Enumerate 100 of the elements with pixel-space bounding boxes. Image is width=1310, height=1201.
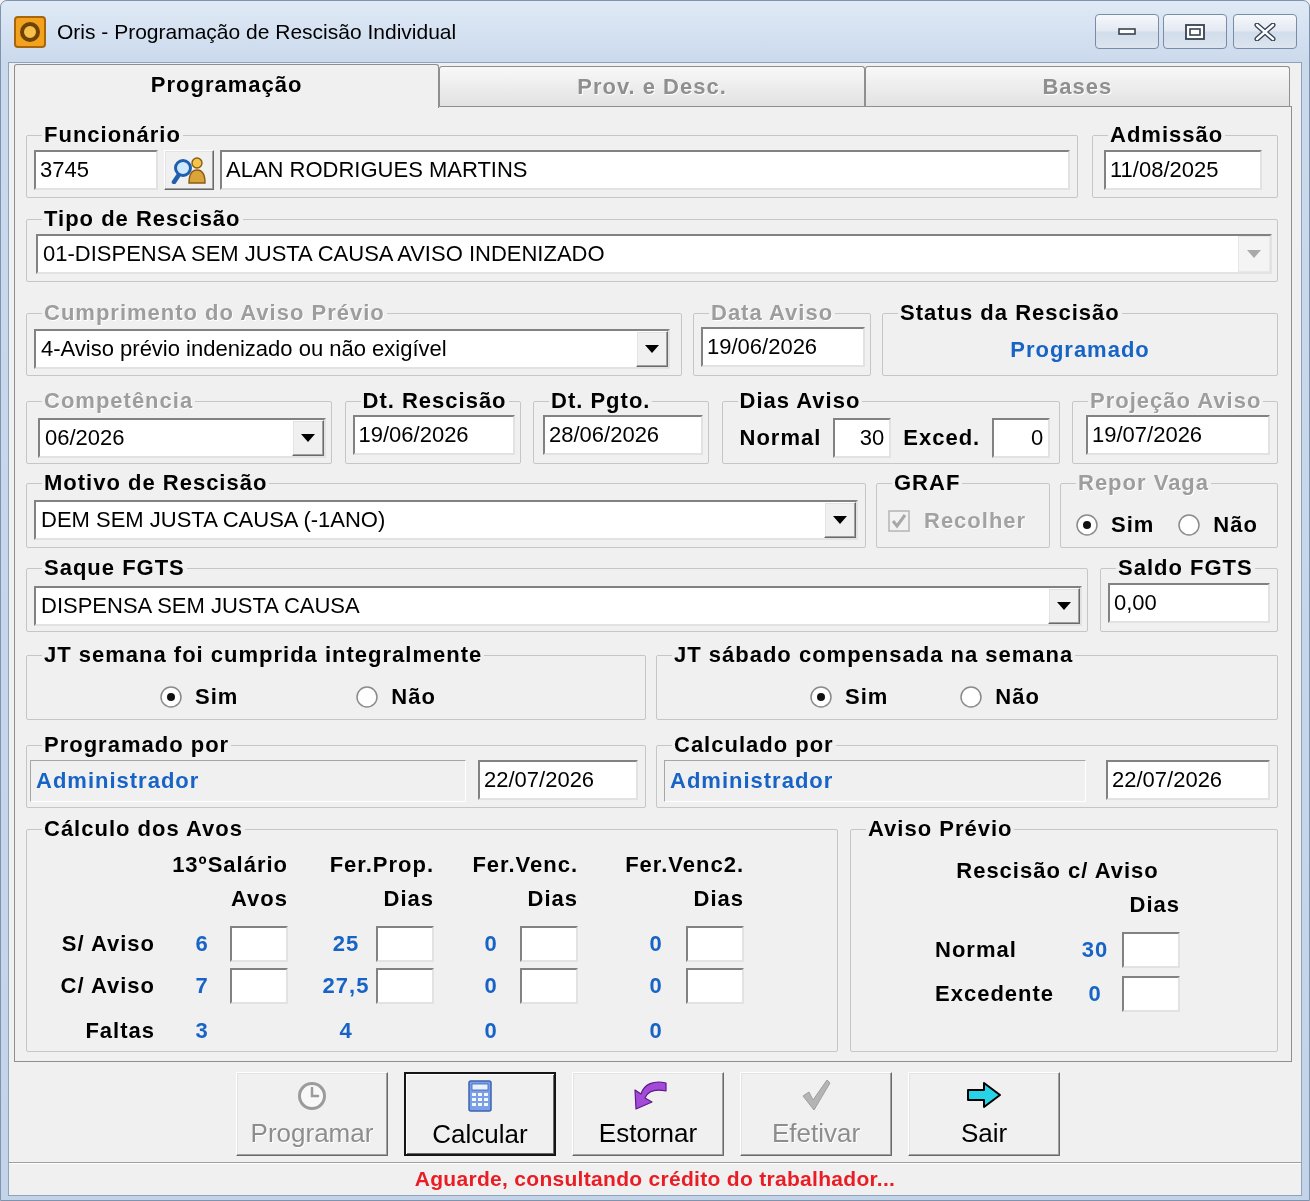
group-title: Projeção Aviso <box>1089 388 1263 414</box>
text-field[interactable]: 0,00 <box>1108 583 1270 623</box>
radio-option[interactable]: Não <box>960 684 1040 710</box>
calculate-button[interactable]: Calcular <box>404 1072 556 1156</box>
group-title: Repor Vaga <box>1077 470 1211 496</box>
value-text: 0 <box>1088 981 1102 1007</box>
group-title: Competência <box>43 388 195 414</box>
value-text: 0 <box>649 931 663 957</box>
caret-icon <box>833 516 847 524</box>
value-text: 0 <box>484 973 498 999</box>
input-field[interactable] <box>230 968 288 1004</box>
search-button[interactable] <box>164 150 214 190</box>
group-title: Data Aviso <box>710 300 835 326</box>
text-field[interactable]: 22/07/2026 <box>478 760 638 800</box>
group-title: Dt. Rescisão <box>361 388 508 414</box>
group-title: Programado por <box>43 732 231 758</box>
group-title: Cálculo dos Avos <box>43 816 244 842</box>
number-field[interactable]: 30 <box>833 418 892 458</box>
tab[interactable]: Programação <box>14 64 440 108</box>
calculator-icon <box>468 1080 492 1112</box>
group-title: Saldo FGTS <box>1117 555 1254 581</box>
column-subheader: Dias <box>1129 892 1180 918</box>
right-arrow-icon <box>966 1081 1002 1109</box>
user-name-label: Administrador <box>30 760 466 802</box>
value-text: 7 <box>195 973 209 999</box>
input-field[interactable] <box>1122 932 1180 968</box>
minimize-icon <box>1118 28 1136 35</box>
group-title: Dt. Pgto. <box>550 388 652 414</box>
value-text: 0 <box>484 931 498 957</box>
value-text: 27,5 <box>322 973 370 999</box>
dropdown[interactable]: DEM SEM JUSTA CAUSA (-1ANO) <box>34 500 858 540</box>
number-field[interactable]: 0 <box>992 418 1051 458</box>
value-text: 6 <box>195 931 209 957</box>
caret-icon <box>1247 250 1261 258</box>
text-field[interactable]: 11/08/2025 <box>1104 150 1262 190</box>
radio-option[interactable]: Não <box>356 684 436 710</box>
input-field[interactable] <box>376 926 434 962</box>
value-text: 0 <box>649 973 663 999</box>
group-title: Cumprimento do Aviso Prévio <box>43 300 386 326</box>
group-title: Tipo de Rescisão <box>43 206 242 232</box>
column-subheader: Dias <box>527 886 578 912</box>
input-field[interactable] <box>520 968 578 1004</box>
input-field[interactable] <box>686 926 744 962</box>
column-header: Fer.Venc2. <box>625 852 744 878</box>
text-field[interactable]: 3745 <box>34 150 158 190</box>
group-title: GRAF <box>893 470 962 496</box>
input-field[interactable] <box>520 926 578 962</box>
field-label: Normal <box>739 425 822 451</box>
value-text: 4 <box>339 1018 353 1044</box>
row-label: Excedente <box>935 981 1055 1007</box>
text-field[interactable]: 22/07/2026 <box>1106 760 1270 800</box>
group-title: JT sábado compensada na semana <box>673 642 1075 668</box>
text-field[interactable]: 19/06/2026 <box>352 415 515 455</box>
dropdown[interactable]: DISPENSA SEM JUSTA CAUSA <box>34 586 1082 626</box>
group-title: Saque FGTS <box>43 555 186 581</box>
radio-option[interactable]: Sim <box>160 684 239 710</box>
group-title: Motivo de Rescisão <box>43 470 269 496</box>
group-title: Aviso Prévio <box>867 816 1014 842</box>
column-header: Fer.Venc. <box>472 852 578 878</box>
magnifier-person-icon <box>171 156 207 184</box>
radio-option[interactable]: Sim <box>810 684 889 710</box>
caret-icon <box>301 434 315 442</box>
value-text: 0 <box>484 1018 498 1044</box>
group-title: Funcionário <box>43 122 182 148</box>
input-field[interactable] <box>376 968 434 1004</box>
column-header: Rescisão c/ Aviso <box>956 858 1159 884</box>
input-field[interactable] <box>686 968 744 1004</box>
group-title: Status da Rescisão <box>899 300 1121 326</box>
close-button[interactable] <box>1233 14 1297 49</box>
minimize-button[interactable] <box>1095 14 1159 49</box>
text-field[interactable]: ALAN RODRIGUES MARTINS <box>220 150 1070 190</box>
value-text: 30 <box>1081 937 1109 963</box>
caret-icon <box>645 345 659 353</box>
input-field[interactable] <box>1122 976 1180 1012</box>
row-label: C/ Aviso <box>60 973 155 999</box>
maximize-icon <box>1185 23 1205 40</box>
value-text: 0 <box>649 1018 663 1044</box>
value-text: 3 <box>195 1018 209 1044</box>
field-label: Exced. <box>903 425 981 451</box>
text-field[interactable]: 28/06/2026 <box>543 415 703 455</box>
app-icon <box>14 16 46 48</box>
value-text: 25 <box>332 931 360 957</box>
group-title: JT semana foi cumprida integralmente <box>43 642 484 668</box>
column-subheader: Dias <box>693 886 744 912</box>
clock-icon <box>296 1079 328 1111</box>
group-title: Calculado por <box>673 732 835 758</box>
checkmark-icon <box>800 1079 832 1111</box>
row-label: S/ Aviso <box>61 931 155 957</box>
window-title: Oris - Programação de Rescisão Individual <box>57 19 458 45</box>
status-message: Aguarde, consultando crédito do trabalhador... <box>414 1166 896 1192</box>
input-field[interactable] <box>230 926 288 962</box>
maximize-button[interactable] <box>1163 14 1227 49</box>
reverse-button[interactable]: Estornar <box>572 1072 724 1156</box>
group-title: Admissão <box>1109 122 1225 148</box>
close-icon <box>1254 22 1276 41</box>
exit-button[interactable]: Sair <box>908 1072 1060 1156</box>
column-header: 13ºSalário <box>172 852 288 878</box>
row-label: Normal <box>935 937 1017 963</box>
row-label: Faltas <box>85 1018 155 1044</box>
caret-icon <box>1057 602 1071 610</box>
